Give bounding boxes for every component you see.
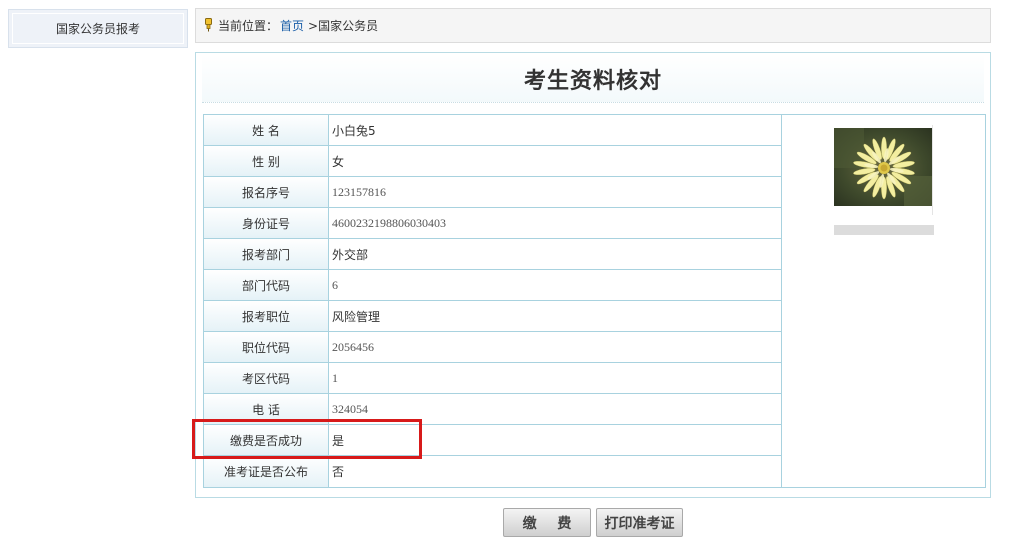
sidebar-item-label: 国家公务员报考 xyxy=(55,22,140,36)
row-label: 部门代码 xyxy=(204,270,329,300)
photo-edge xyxy=(932,125,933,215)
breadcrumb-home-link[interactable]: 首页 xyxy=(280,17,304,34)
breadcrumb-current: >国家公务员 xyxy=(308,19,379,33)
table-row: 报考职位 风险管理 xyxy=(204,301,781,332)
row-label: 性 别 xyxy=(204,146,329,176)
row-label: 准考证是否公布 xyxy=(204,456,329,487)
row-label: 报名序号 xyxy=(204,177,329,207)
row-value: 1 xyxy=(332,370,338,385)
photo-cell xyxy=(781,115,985,487)
table-row: 缴费是否成功 是 xyxy=(204,425,781,456)
table-row: 准考证是否公布 否 xyxy=(204,456,781,487)
sidebar-item-civil-servant-exam[interactable]: 国家公务员报考 xyxy=(8,9,188,48)
row-label: 身份证号 xyxy=(204,208,329,238)
row-value: 外交部 xyxy=(332,247,369,262)
row-label: 考区代码 xyxy=(204,363,329,393)
photo-caption-bar xyxy=(834,225,934,235)
candidate-info-panel: 考生资料核对 姓 名 小白兔5 性 别 女 报名序号 123157816 身份证… xyxy=(195,52,991,498)
table-row: 性 别 女 xyxy=(204,146,781,177)
row-value: 4600232198806030403 xyxy=(332,215,446,230)
table-row: 考区代码 1 xyxy=(204,363,781,394)
location-pin-icon xyxy=(205,17,212,31)
row-value: 女 xyxy=(332,154,345,169)
breadcrumb: 当前位置： 首页 >国家公务员 xyxy=(195,8,991,43)
pay-button[interactable]: 缴 费 xyxy=(503,508,591,537)
table-row: 报名序号 123157816 xyxy=(204,177,781,208)
breadcrumb-prefix: 当前位置： xyxy=(218,19,279,33)
row-value: 是 xyxy=(332,433,345,448)
row-label: 报考职位 xyxy=(204,301,329,331)
row-value: 2056456 xyxy=(332,339,374,354)
table-row: 报考部门 外交部 xyxy=(204,239,781,270)
row-label: 电 话 xyxy=(204,394,329,424)
row-value: 324054 xyxy=(332,401,368,416)
row-value: 6 xyxy=(332,277,338,292)
table-row: 部门代码 6 xyxy=(204,270,781,301)
print-admission-ticket-button[interactable]: 打印准考证 xyxy=(596,508,683,537)
table-row: 电 话 324054 xyxy=(204,394,781,425)
row-label: 职位代码 xyxy=(204,332,329,362)
row-label: 缴费是否成功 xyxy=(204,425,329,455)
row-value: 否 xyxy=(332,465,345,479)
table-row: 职位代码 2056456 xyxy=(204,332,781,363)
table-row: 身份证号 4600232198806030403 xyxy=(204,208,781,239)
row-label: 报考部门 xyxy=(204,239,329,269)
row-value: 小白兔5 xyxy=(332,123,376,138)
page-title: 考生资料核对 xyxy=(202,55,984,103)
row-label: 姓 名 xyxy=(204,115,329,145)
flower-photo-icon xyxy=(834,128,932,206)
row-value: 风险管理 xyxy=(332,309,381,324)
table-row: 姓 名 小白兔5 xyxy=(204,115,781,146)
row-value: 123157816 xyxy=(332,184,386,199)
candidate-info-table: 姓 名 小白兔5 性 别 女 报名序号 123157816 身份证号 46002… xyxy=(203,114,986,488)
